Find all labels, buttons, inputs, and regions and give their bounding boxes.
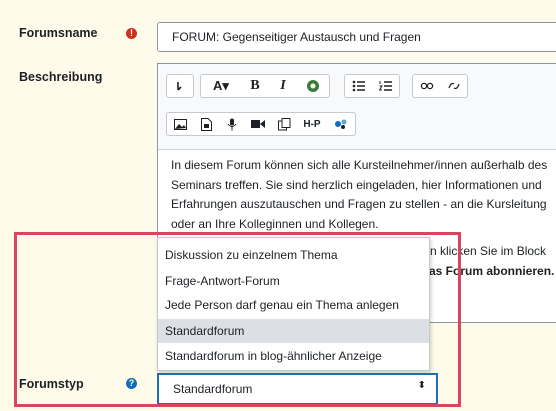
image-icon[interactable] <box>167 113 193 135</box>
content-line: oder an Ihre Kolleginnen und Kollegen. <box>171 216 379 231</box>
other-icon[interactable] <box>327 113 355 135</box>
font-size-icon[interactable]: A▾ <box>201 75 241 97</box>
media-icon[interactable] <box>193 113 219 135</box>
italic-button[interactable]: I <box>269 75 297 97</box>
forum-name-input[interactable]: FORUM: Gegenseitiger Austausch und Frage… <box>157 22 556 52</box>
forum-type-select[interactable]: Standardforum ⬍ <box>157 373 438 405</box>
toolbar-group-lists <box>344 74 400 98</box>
record-audio-icon[interactable] <box>219 113 245 135</box>
partial-bold: orum abonnieren. <box>453 263 555 278</box>
content-line: In diesem Forum können sich alle Kurstei… <box>171 158 548 172</box>
record-video-icon[interactable] <box>245 113 271 135</box>
unordered-list-icon[interactable] <box>345 75 372 97</box>
ordered-list-icon[interactable] <box>372 75 399 97</box>
forum-type-selected-value: Standardforum <box>173 382 253 396</box>
toolbar-group-paragraph <box>166 74 194 98</box>
dropdown-option[interactable]: Frage-Antwort-Forum <box>158 269 429 293</box>
description-label: Beschreibung <box>19 70 103 84</box>
bold-button[interactable]: B <box>241 75 269 97</box>
toolbar-group-media: H-P <box>166 112 356 136</box>
link-icon[interactable] <box>413 75 440 97</box>
question-circle-icon[interactable]: ? <box>126 378 137 389</box>
unlink-icon[interactable] <box>440 75 467 97</box>
content-partial: n klicken Sie im Block as Forum abonnier… <box>429 242 554 281</box>
content-line: Seminars treffen. Sie sind herzlich eing… <box>171 177 542 192</box>
editor-content[interactable]: In diesem Forum können sich alle Kurstei… <box>171 156 556 234</box>
partial-prefix: as F <box>429 263 454 278</box>
content-line: Erfahrungen auszutauschen und Fragen zu … <box>171 197 547 211</box>
dropdown-option[interactable]: Diskussion zu einzelnem Thema <box>158 243 429 267</box>
h5p-button[interactable]: H-P <box>297 113 327 135</box>
manage-files-icon[interactable] <box>271 113 297 135</box>
toolbar-group-format: A▾ B I <box>200 74 330 98</box>
dropdown-option-selected[interactable]: Standardforum <box>158 319 429 343</box>
accessibility-icon[interactable] <box>297 75 329 97</box>
forum-name-label: Forumsname <box>19 26 98 40</box>
dropdown-option[interactable]: Standardforum in blog-ähnlicher Anzeige <box>158 344 429 368</box>
forum-type-dropdown-list[interactable]: Diskussion zu einzelnem Thema Frage-Antw… <box>157 237 430 371</box>
exclamation-circle-icon: ! <box>126 28 137 39</box>
content-partial-line2: as Forum abonnieren. <box>429 262 554 282</box>
paragraph-icon[interactable] <box>167 75 193 97</box>
editor-toolbar: A▾ B I H-P <box>158 64 556 150</box>
select-arrow-icon: ⬍ <box>417 380 426 391</box>
forum-type-label: Forumstyp <box>19 377 84 391</box>
dropdown-option[interactable]: Jede Person darf genau ein Thema anlegen <box>158 293 429 317</box>
toolbar-group-links <box>412 74 468 98</box>
content-partial-line1: n klicken Sie im Block <box>430 244 547 258</box>
